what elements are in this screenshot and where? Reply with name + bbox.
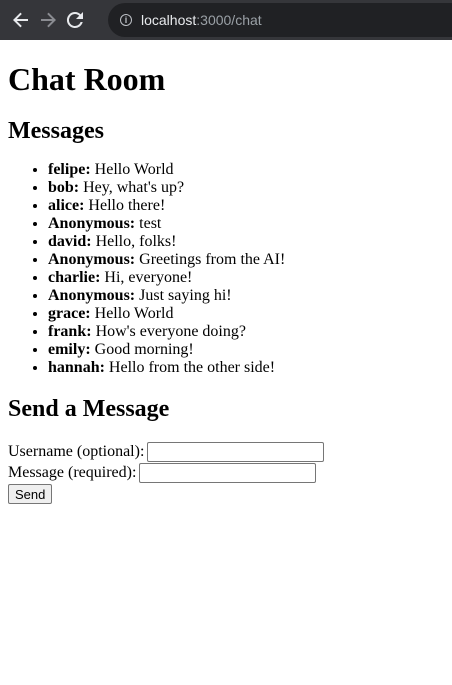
- message-text: Good morning!: [90, 341, 194, 358]
- forward-arrow-icon[interactable]: [37, 9, 59, 31]
- message-text: Hello there!: [84, 197, 166, 214]
- address-bar[interactable]: i localhost:3000/chat: [108, 3, 452, 37]
- message-input[interactable]: [139, 462, 317, 483]
- username-input[interactable]: [147, 441, 325, 462]
- page-content: Chat Room Messages felipe: Hello Worldbo…: [0, 61, 452, 504]
- message-text: Greetings from the AI!: [135, 251, 286, 268]
- message-row: Message (required):: [8, 462, 444, 483]
- message-sender: bob:: [48, 179, 80, 196]
- username-row: Username (optional):: [8, 441, 444, 462]
- back-arrow-icon[interactable]: [10, 9, 32, 31]
- send-message-heading: Send a Message: [8, 396, 170, 422]
- message-sender: david:: [48, 233, 92, 250]
- send-button[interactable]: Send: [8, 484, 53, 504]
- message-text: Just saying hi!: [135, 287, 232, 304]
- page-title: Chat Room: [8, 61, 166, 97]
- message-text: Hello from the other side!: [104, 359, 276, 376]
- url-text: localhost:3000/chat: [141, 12, 262, 28]
- message-item: emily: Good morning!: [48, 341, 444, 359]
- message-text: test: [135, 215, 162, 232]
- message-sender: Anonymous:: [48, 251, 136, 268]
- message-item: alice: Hello there!: [48, 197, 444, 215]
- message-item: hannah: Hello from the other side!: [48, 359, 444, 377]
- message-item: charlie: Hi, everyone!: [48, 269, 444, 287]
- messages-heading: Messages: [8, 118, 104, 144]
- message-item: david: Hello, folks!: [48, 233, 444, 251]
- message-sender: charlie:: [48, 269, 101, 286]
- message-list: felipe: Hello Worldbob: Hey, what's up?a…: [8, 161, 444, 377]
- message-sender: Anonymous:: [48, 215, 136, 232]
- url-host: localhost: [141, 12, 197, 28]
- message-item: Anonymous: Just saying hi!: [48, 287, 444, 305]
- message-sender: frank:: [48, 323, 92, 340]
- message-label: Message (required):: [8, 463, 137, 481]
- message-text: Hi, everyone!: [100, 269, 193, 286]
- message-sender: alice:: [48, 197, 85, 214]
- message-form: Username (optional): Message (required):…: [8, 441, 444, 504]
- message-sender: grace:: [48, 305, 91, 322]
- message-sender: felipe:: [48, 161, 91, 178]
- message-sender: hannah:: [48, 359, 105, 376]
- message-item: Anonymous: Greetings from the AI!: [48, 251, 444, 269]
- message-item: felipe: Hello World: [48, 161, 444, 179]
- message-text: Hello, folks!: [91, 233, 177, 250]
- message-sender: Anonymous:: [48, 287, 136, 304]
- message-item: grace: Hello World: [48, 305, 444, 323]
- message-sender: emily:: [48, 341, 91, 358]
- info-icon[interactable]: i: [120, 14, 132, 26]
- message-item: bob: Hey, what's up?: [48, 179, 444, 197]
- url-path: :3000/chat: [196, 12, 262, 28]
- message-text: Hello World: [90, 161, 174, 178]
- message-item: Anonymous: test: [48, 215, 444, 233]
- message-text: How's everyone doing?: [91, 323, 246, 340]
- message-text: Hello World: [90, 305, 174, 322]
- message-text: Hey, what's up?: [79, 179, 185, 196]
- reload-icon[interactable]: [64, 9, 86, 31]
- username-label: Username (optional):: [8, 442, 145, 460]
- browser-toolbar: i localhost:3000/chat: [0, 0, 452, 40]
- message-item: frank: How's everyone doing?: [48, 323, 444, 341]
